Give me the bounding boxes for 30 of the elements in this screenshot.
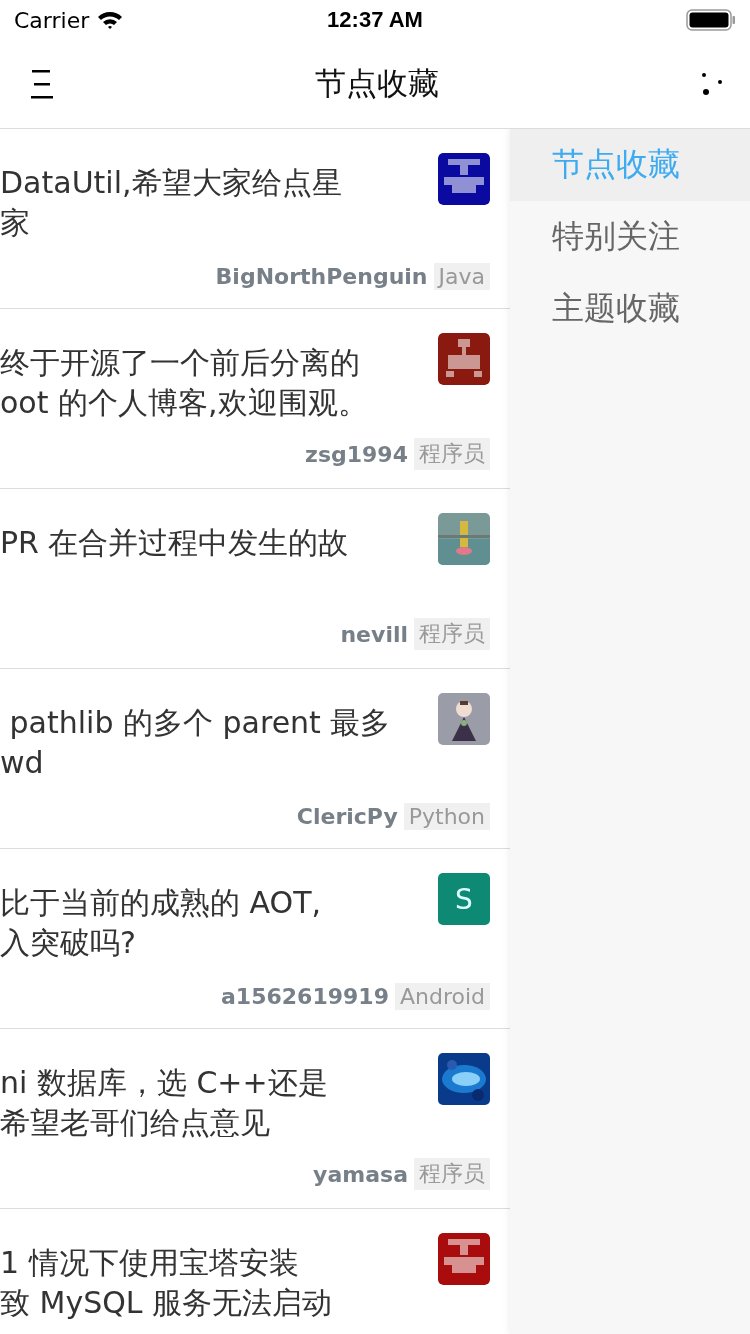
topic-title[interactable]: 终于开源了一个前后分离的 oot 的个人博客,欢迎围观。 bbox=[0, 333, 418, 438]
node-tag[interactable]: 程序员 bbox=[414, 618, 490, 650]
dots-icon[interactable] bbox=[700, 72, 724, 96]
topic-title[interactable]: pathlib 的多个 parent 最多 wd bbox=[0, 693, 418, 803]
menu-icon[interactable] bbox=[30, 69, 54, 99]
drawer-item[interactable]: 节点收藏 bbox=[510, 129, 750, 201]
node-tag[interactable]: 程序员 bbox=[414, 438, 490, 470]
status-time: 12:37 AM bbox=[327, 7, 423, 33]
author-name[interactable]: nevill bbox=[340, 621, 408, 647]
author-name[interactable]: ClericPy bbox=[296, 804, 398, 829]
author-name[interactable]: zsg1994 bbox=[305, 441, 408, 467]
node-tag[interactable]: 程序员 bbox=[414, 1158, 490, 1190]
nav-title: 节点收藏 bbox=[315, 64, 439, 103]
node-tag[interactable]: Java bbox=[433, 263, 490, 290]
drawer-item[interactable]: 主题收藏 bbox=[510, 273, 750, 345]
node-tag[interactable]: Python bbox=[403, 803, 490, 830]
wifi-icon bbox=[97, 10, 124, 30]
topic-title[interactable]: 1 情况下使用宝塔安装 致 MySQL 服务无法启动 bbox=[0, 1233, 418, 1334]
author-name[interactable]: BigNorthPenguin bbox=[215, 264, 428, 289]
topic-title[interactable]: PR 在合并过程中发生的故 bbox=[0, 513, 418, 618]
battery-icon bbox=[686, 9, 736, 31]
drawer-item[interactable]: 特别关注 bbox=[510, 201, 750, 273]
avatar: S bbox=[438, 873, 490, 925]
topic-title[interactable]: DataUtil,希望大家给点星 家 bbox=[0, 153, 418, 263]
author-name[interactable]: a1562619919 bbox=[221, 984, 389, 1009]
carrier-label: Carrier bbox=[14, 7, 90, 33]
topic-title[interactable]: 比于当前的成熟的 AOT, 入突破吗? bbox=[0, 873, 418, 983]
author-name[interactable]: yamasa bbox=[313, 1161, 408, 1187]
topic-title[interactable]: ni 数据库，选 C++还是 希望老哥们给点意见 bbox=[0, 1053, 418, 1158]
node-tag[interactable]: Android bbox=[394, 983, 490, 1010]
